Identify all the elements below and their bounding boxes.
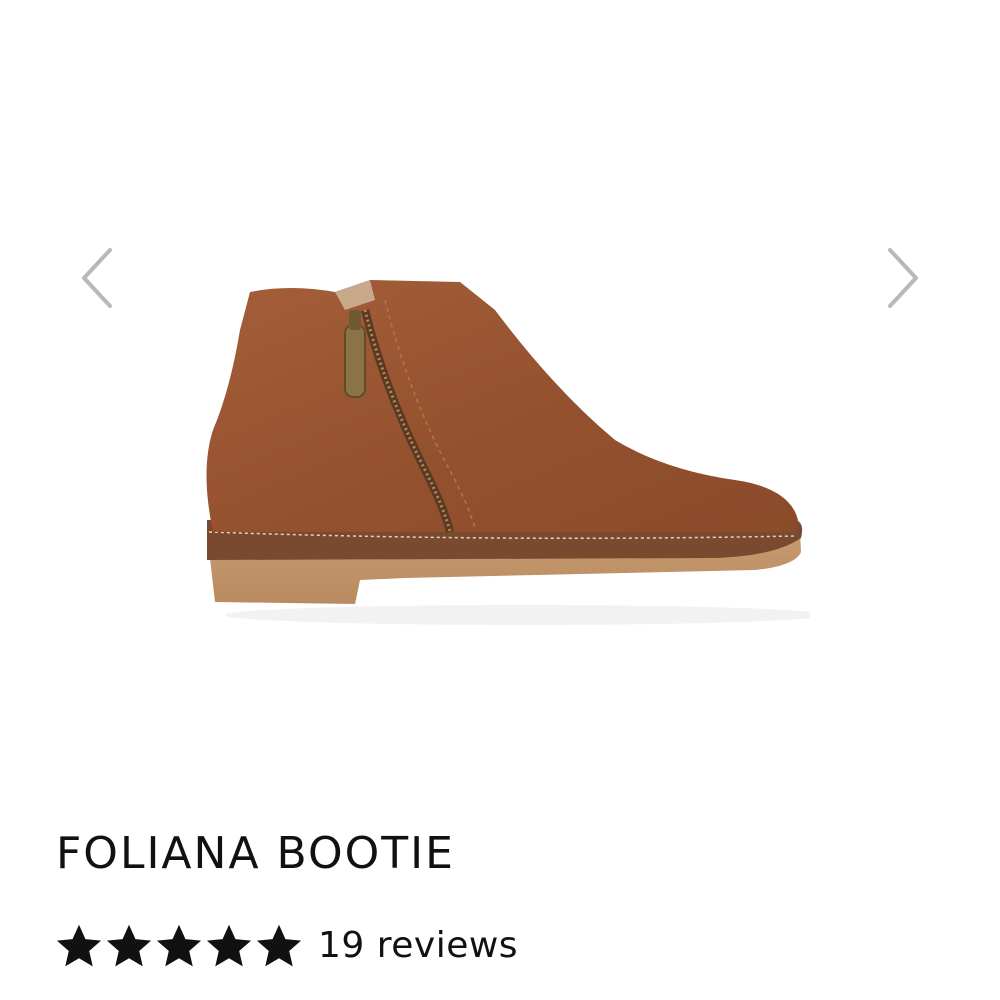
star-icon — [256, 924, 302, 967]
product-rating[interactable]: 19 reviews — [54, 918, 518, 974]
star-icon — [156, 924, 202, 967]
star-icon — [56, 924, 102, 967]
carousel-next-button[interactable] — [876, 236, 932, 320]
product-image[interactable] — [195, 270, 810, 630]
star-icon — [106, 924, 152, 967]
star-rating — [54, 921, 304, 971]
product-title: FOLIANA BOOTIE — [56, 828, 455, 880]
chevron-right-icon — [888, 248, 918, 308]
carousel-prev-button[interactable] — [68, 236, 124, 320]
chevron-left-icon — [82, 248, 112, 308]
reviews-link[interactable]: 19 reviews — [318, 918, 518, 974]
star-icon — [206, 924, 252, 967]
product-image-carousel[interactable] — [0, 0, 1000, 760]
boot-illustration — [206, 280, 810, 625]
